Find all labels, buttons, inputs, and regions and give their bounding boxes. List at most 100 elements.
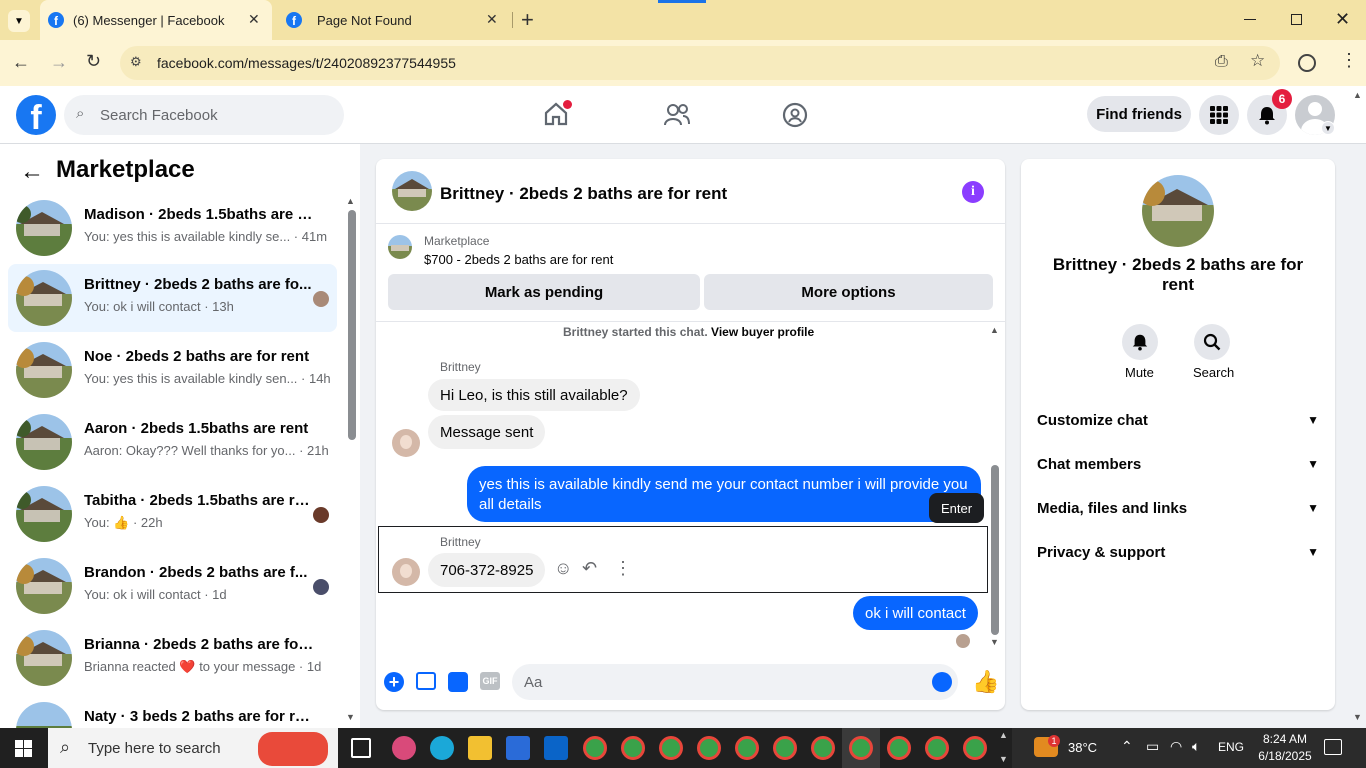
tab-list-chevron-icon[interactable]: ▼ (8, 10, 30, 32)
page-scroll-down-icon[interactable]: ▼ (1353, 712, 1362, 722)
mute-button[interactable] (1122, 324, 1158, 360)
account-chevron-icon[interactable]: ▼ (1321, 121, 1335, 135)
plus-actions-icon[interactable]: + (384, 672, 404, 692)
groups-icon[interactable] (782, 102, 808, 133)
customize-chat-section[interactable]: Customize chat ▼ (1037, 400, 1319, 440)
facebook-search-input[interactable]: ⌕ Search Facebook (64, 95, 344, 135)
clock-time[interactable]: 8:24 AM (1254, 732, 1316, 746)
more-actions-icon[interactable]: ⋮ (614, 558, 632, 579)
reply-icon[interactable]: ↶ (582, 558, 597, 579)
battery-icon[interactable]: ▭ (1146, 738, 1159, 755)
microsoft-store-icon[interactable] (506, 736, 530, 760)
message-bubble-incoming[interactable]: 706-372-8925 (428, 553, 546, 587)
file-explorer-icon[interactable] (468, 736, 492, 760)
conversation-item[interactable]: Naty · 3 beds 2 baths are for rent (8, 696, 337, 728)
conversation-item[interactable]: Aaron · 2beds 1.5baths are rent Aaron: O… (8, 408, 337, 476)
sticker-icon[interactable] (448, 672, 468, 692)
privacy-support-section[interactable]: Privacy & support ▼ (1037, 532, 1319, 572)
message-bubble-outgoing[interactable]: ok i will contact (853, 596, 978, 630)
conversation-item[interactable]: Brandon · 2beds 2 baths are f... You: ok… (8, 552, 337, 620)
more-options-button[interactable]: More options (704, 274, 993, 310)
tab-messenger[interactable]: f (6) Messenger | Facebook ✕ (40, 0, 272, 40)
wifi-icon[interactable]: ◠ (1170, 738, 1182, 755)
temperature-text[interactable]: 38°C (1068, 740, 1097, 755)
info-icon[interactable]: i (962, 181, 984, 203)
menu-grid-button[interactable] (1199, 95, 1239, 135)
react-smiley-icon[interactable]: ☺ (554, 558, 572, 579)
back-arrow-icon[interactable]: ← (20, 158, 44, 186)
install-app-icon[interactable]: ⎙ (1215, 53, 1228, 71)
chrome-icon[interactable] (887, 736, 911, 760)
emoji-icon[interactable] (932, 672, 952, 692)
chat-members-section[interactable]: Chat members ▼ (1037, 444, 1319, 484)
search-in-chat-button[interactable] (1194, 324, 1230, 360)
chrome-icon[interactable] (735, 736, 759, 760)
back-arrow-icon[interactable]: ← (12, 52, 30, 73)
chat-listing-avatar[interactable] (392, 171, 432, 211)
photo-attach-icon[interactable] (416, 672, 436, 690)
listing-price-title[interactable]: $700 - 2beds 2 baths are for rent (424, 252, 613, 267)
outlook-icon[interactable] (544, 736, 568, 760)
scroll-down-icon[interactable]: ▼ (990, 637, 999, 647)
close-window-icon[interactable]: ✕ (1335, 9, 1350, 30)
tab-close-icon[interactable]: ✕ (486, 11, 498, 28)
conversation-item[interactable]: Noe · 2beds 2 baths are for rent You: ye… (8, 336, 337, 404)
tab-close-icon[interactable]: ✕ (248, 11, 260, 28)
conversation-avatar[interactable] (1142, 175, 1214, 247)
browser-menu-icon[interactable]: ⋮ (1340, 50, 1358, 71)
minimize-icon[interactable] (1244, 19, 1256, 20)
page-scroll-up-icon[interactable]: ▲ (1353, 90, 1362, 100)
reload-icon[interactable]: ↻ (86, 51, 101, 72)
chrome-icon[interactable] (773, 736, 797, 760)
chrome-icon[interactable] (659, 736, 683, 760)
scroll-up-icon[interactable]: ▲ (990, 325, 999, 335)
new-tab-plus-icon[interactable]: + (521, 7, 534, 33)
chrome-icon[interactable] (925, 736, 949, 760)
chat-scrollbar-thumb[interactable] (991, 465, 999, 635)
chrome-icon[interactable] (583, 736, 607, 760)
url-field[interactable]: ⚙ facebook.com/messages/t/24020892377544… (120, 46, 1280, 80)
copilot-icon[interactable] (392, 736, 416, 760)
restore-icon[interactable] (1291, 14, 1302, 25)
edge-browser-icon[interactable] (430, 736, 454, 760)
tab-page-not-found[interactable]: f Page Not Found ✕ (278, 0, 510, 40)
message-bubble-incoming[interactable]: Message sent (428, 415, 546, 449)
scroll-up-icon[interactable]: ▲ (346, 196, 355, 206)
bookmark-star-icon[interactable]: ☆ (1250, 51, 1265, 71)
conversation-item-selected[interactable]: Brittney · 2beds 2 baths are fo... You: … (8, 264, 337, 332)
conversation-item[interactable]: Brianna · 2beds 2 baths are for r... Bri… (8, 624, 337, 692)
chrome-icon[interactable] (621, 736, 645, 760)
forward-arrow-icon[interactable]: → (50, 52, 68, 73)
media-files-links-section[interactable]: Media, files and links ▼ (1037, 488, 1319, 528)
facebook-logo-icon[interactable]: f (16, 95, 56, 135)
language-indicator[interactable]: ENG (1218, 740, 1244, 754)
profile-icon[interactable] (1298, 54, 1316, 72)
chrome-icon[interactable] (697, 736, 721, 760)
taskbar-scroll-down-icon[interactable]: ▼ (999, 754, 1008, 764)
message-input[interactable]: Aa (512, 664, 958, 700)
taskbar-search-box[interactable]: ⌕ Type here to search (48, 728, 338, 768)
chrome-icon[interactable] (811, 736, 835, 760)
scroll-down-icon[interactable]: ▼ (346, 712, 355, 722)
find-friends-button[interactable]: Find friends (1087, 96, 1191, 132)
like-thumb-icon[interactable]: 👍 (972, 669, 999, 695)
chrome-icon[interactable] (849, 736, 873, 760)
site-settings-icon[interactable]: ⚙ (130, 54, 142, 70)
taskbar-scroll-up-icon[interactable]: ▲ (999, 730, 1008, 740)
task-view-icon[interactable] (351, 738, 371, 758)
gif-icon[interactable]: GIF (480, 672, 500, 690)
view-buyer-profile-link[interactable]: View buyer profile (711, 325, 814, 339)
message-bubble-outgoing[interactable]: yes this is available kindly send me you… (467, 466, 981, 522)
friends-icon[interactable] (663, 102, 691, 133)
conversation-item[interactable]: Madison · 2beds 1.5baths are rent You: y… (8, 194, 337, 262)
windows-start-icon[interactable] (15, 740, 32, 757)
conversation-item[interactable]: Tabitha · 2beds 1.5baths are re... You: … (8, 480, 337, 548)
mark-as-pending-button[interactable]: Mark as pending (388, 274, 700, 310)
sender-avatar[interactable] (392, 558, 420, 586)
chrome-icon[interactable] (963, 736, 987, 760)
notification-center-icon[interactable] (1324, 739, 1342, 755)
volume-icon[interactable]: 🔈︎ (1192, 738, 1200, 755)
sidebar-scrollbar-thumb[interactable] (348, 210, 356, 440)
message-bubble-incoming[interactable]: Hi Leo, is this still available? (428, 379, 640, 411)
sender-avatar[interactable] (392, 429, 420, 457)
